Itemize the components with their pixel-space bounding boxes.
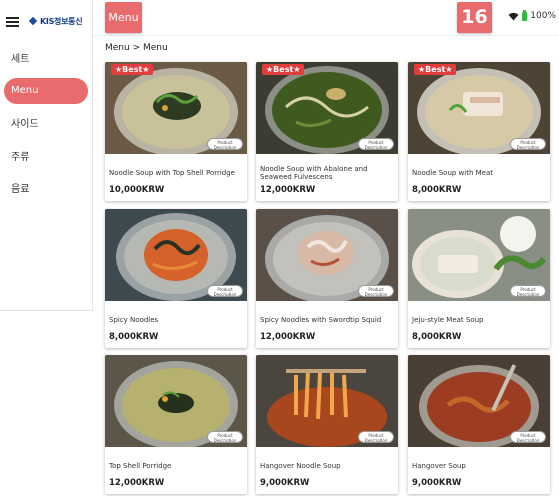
product-name: Top Shell Porridge (109, 461, 172, 470)
product-card[interactable]: ★Best★ Product Description Noodle Soup wit… (256, 62, 398, 201)
product-description-button[interactable]: Product Description (358, 138, 394, 150)
product-price: 9,000KRW (412, 478, 462, 488)
product-card[interactable]: Product Description Spicy Noodles 8,000KRW (105, 209, 247, 348)
logo-text: KIS정보통신 (40, 17, 83, 26)
best-badge: ★Best★ (111, 64, 154, 75)
product-name: Hangover Noodle Soup (260, 461, 341, 470)
product-card[interactable]: Product Description Hangover Soup 9,000KRW (408, 355, 550, 494)
sidebar-item-menu[interactable]: Menu (4, 78, 88, 104)
product-description-button[interactable]: Product Description (207, 431, 243, 443)
logo-diamond-icon (29, 17, 38, 26)
product-price: 8,000KRW (412, 332, 462, 342)
sidebar-item-liquor[interactable]: 주류 (4, 145, 88, 171)
sidebar-item-label: 주류 (11, 152, 30, 163)
product-price: 12,000KRW (260, 185, 316, 195)
product-description-button[interactable]: Product Description (510, 138, 546, 150)
sidebar-item-label: Menu (11, 85, 39, 96)
product-photo: Product Description (408, 209, 550, 301)
best-badge: ★Best★ (414, 64, 457, 75)
product-name: Noodle Soup with Top Shell Porridge (109, 168, 235, 177)
breadcrumb: Menu > Menu (105, 43, 168, 53)
sidebar-item-label: 음료 (11, 184, 30, 195)
product-description-button[interactable]: Product Description (358, 431, 394, 443)
product-name: Spicy Noodles with Swordtip Squid (260, 315, 382, 324)
battery-icon (522, 9, 528, 21)
product-photo: ★Best★ Product Description (105, 62, 247, 154)
product-card[interactable]: Product Description Hangover Noodle Soup 9… (256, 355, 398, 494)
device-status: 100% (508, 9, 556, 21)
sidebar-item-side[interactable]: 사이드 (4, 112, 88, 138)
product-card[interactable]: Product Description Jeju-style Meat Soup 8… (408, 209, 550, 348)
product-photo: Product Description (105, 355, 247, 447)
product-description-button[interactable]: Product Description (510, 285, 546, 297)
product-price: 8,000KRW (412, 185, 462, 195)
product-price: 9,000KRW (260, 478, 310, 488)
top-bar: Menu 16 100% (93, 0, 559, 36)
product-description-button[interactable]: Product Description (207, 138, 243, 150)
sidebar-item-label: 사이드 (11, 119, 39, 130)
product-photo: Product Description (408, 355, 550, 447)
product-name: Noodle Soup with Abalone and Seaweed Ful… (260, 164, 368, 181)
product-photo: Product Description (256, 209, 398, 301)
product-description-button[interactable]: Product Description (510, 431, 546, 443)
wifi-icon (508, 12, 519, 21)
battery-percent: 100% (530, 11, 556, 21)
product-card[interactable]: ★Best★ Product Description Noodle Soup wit… (408, 62, 550, 201)
product-card[interactable]: ★Best★ Product Description Noodle Soup wit… (105, 62, 247, 201)
sidebar-item-label: 세트 (11, 54, 30, 65)
product-photo: ★Best★ Product Description (256, 62, 398, 154)
product-price: 12,000KRW (260, 332, 316, 342)
product-name: Spicy Noodles (109, 315, 159, 324)
product-name: Noodle Soup with Meat (412, 168, 494, 177)
menu-category-button[interactable]: Menu (105, 2, 142, 33)
product-card[interactable]: Product Description Spicy Noodles with Sw… (256, 209, 398, 348)
product-photo: Product Description (256, 355, 398, 447)
product-price: 12,000KRW (109, 478, 165, 488)
table-number-badge: 16 (457, 2, 492, 33)
product-photo: ★Best★ Product Description (408, 62, 550, 154)
brand-logo: KIS정보통신 (29, 16, 83, 27)
sidebar-item-drinks[interactable]: 음료 (4, 177, 88, 203)
product-price: 8,000KRW (109, 332, 159, 342)
product-name: Hangover Soup (412, 461, 466, 470)
hamburger-menu-icon[interactable] (6, 17, 19, 27)
product-price: 10,000KRW (109, 185, 165, 195)
sidebar-item-set[interactable]: 세트 (4, 47, 88, 73)
product-description-button[interactable]: Product Description (207, 285, 243, 297)
product-name: Jeju-style Meat Soup (412, 315, 484, 324)
sidebar: KIS정보통신 세트 Menu 사이드 주류 음료 (0, 0, 93, 311)
product-card[interactable]: Product Description Top Shell Porridge 12,… (105, 355, 247, 494)
best-badge: ★Best★ (262, 64, 305, 75)
product-photo: Product Description (105, 209, 247, 301)
product-description-button[interactable]: Product Description (358, 285, 394, 297)
